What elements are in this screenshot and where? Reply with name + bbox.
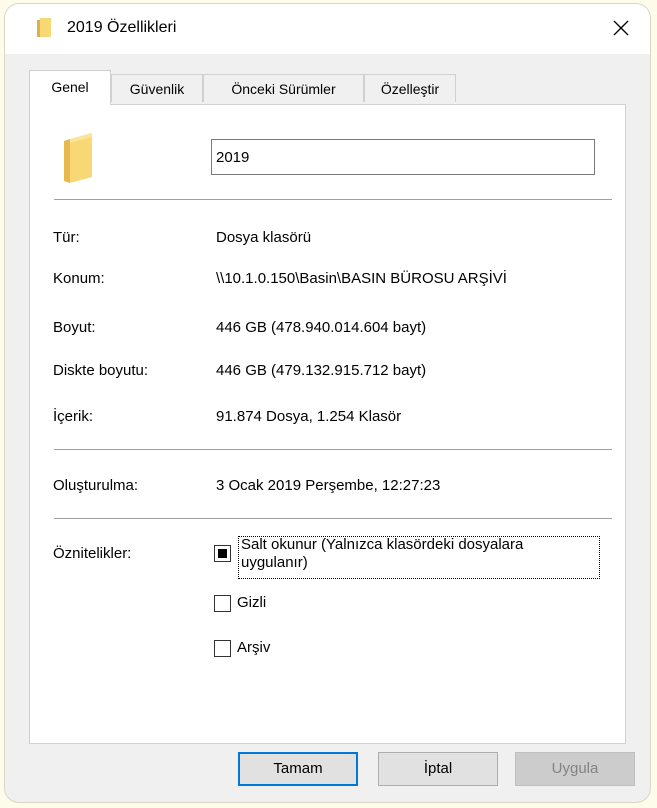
tab-customize[interactable]: Özelleştir: [364, 74, 456, 102]
title-bar: 2019 Özellikleri: [5, 4, 650, 54]
apply-button[interactable]: Uygula: [515, 752, 635, 786]
focus-rectangle: [238, 536, 600, 579]
close-icon: [613, 20, 629, 36]
readonly-checkbox[interactable]: [214, 545, 231, 562]
contents-label: İçerik:: [53, 408, 94, 425]
size-value: 446 GB (478.940.014.604 bayt): [216, 319, 427, 336]
hidden-label: Gizli: [237, 594, 267, 611]
archive-checkbox[interactable]: [214, 640, 231, 657]
tab-security[interactable]: Güvenlik: [111, 74, 203, 102]
tab-previous-versions[interactable]: Önceki Sürümler: [203, 74, 364, 102]
cancel-button[interactable]: İptal: [378, 752, 498, 786]
folder-icon: [37, 18, 51, 37]
location-label: Konum:: [53, 270, 105, 287]
window-title: 2019 Özellikleri: [67, 19, 177, 36]
close-button[interactable]: [602, 10, 640, 46]
archive-label: Arşiv: [237, 639, 271, 656]
attributes-label: Öznitelikler:: [53, 545, 132, 562]
location-value: \\10.1.0.150\Basin\BASIN BÜROSU ARŞİVİ: [216, 270, 507, 287]
general-tab-panel: Tür: Dosya klasörü Konum: \\10.1.0.150\B…: [29, 104, 626, 744]
hidden-checkbox[interactable]: [214, 595, 231, 612]
type-value: Dosya klasörü: [216, 229, 312, 246]
separator: [54, 449, 612, 450]
size-on-disk-label: Diskte boyutu:: [53, 362, 149, 379]
ok-button[interactable]: Tamam: [238, 752, 358, 786]
size-on-disk-value: 446 GB (479.132.915.712 bayt): [216, 362, 427, 379]
folder-large-icon: [64, 133, 92, 183]
folder-name-input[interactable]: [211, 139, 595, 175]
size-label: Boyut:: [53, 319, 96, 336]
type-label: Tür:: [53, 229, 80, 246]
tab-general[interactable]: Genel: [29, 70, 111, 105]
properties-dialog: 2019 Özellikleri Genel Güvenlik Önceki S…: [5, 4, 650, 802]
separator: [54, 518, 612, 519]
separator: [54, 199, 612, 200]
created-label: Oluşturulma:: [53, 477, 139, 494]
contents-value: 91.874 Dosya, 1.254 Klasör: [216, 408, 402, 425]
created-value: 3 Ocak 2019 Perşembe, 12:27:23: [216, 477, 441, 494]
